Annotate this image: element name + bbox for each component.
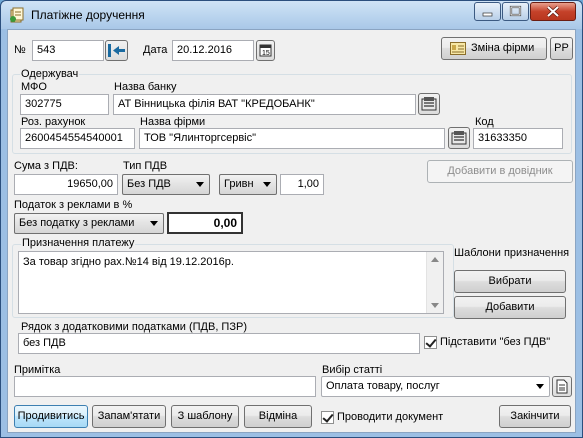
ad-tax-select[interactable]: Без податку з реклами [14, 213, 164, 234]
maximize-icon [509, 5, 522, 17]
chevron-down-icon [536, 384, 544, 389]
form-body: № 543 Дата 20.12.2016 15 Зміна фірми PP … [7, 29, 576, 433]
number-picker-button[interactable] [105, 40, 128, 61]
change-firm-label: Зміна фірми [471, 42, 535, 54]
ad-tax-label: Податок з реклами в % [14, 199, 133, 211]
svg-text:15: 15 [262, 50, 270, 57]
firm-name-label: Назва фірми [140, 116, 206, 128]
extra-tax-label: Рядок з додатковими податками (ПДВ, ПЗР) [21, 321, 247, 333]
ad-tax-value: Без податку з реклами [19, 217, 135, 229]
choose-template-button[interactable]: Вибрати [454, 270, 566, 293]
add-to-directory-button[interactable]: Добавити в довідник [427, 160, 573, 183]
number-field[interactable]: 543 [32, 40, 104, 61]
chevron-down-icon [263, 182, 271, 187]
templates-label: Шаблони призначення [454, 247, 570, 259]
from-template-button[interactable]: З шаблону [171, 405, 239, 428]
id-card-icon [450, 42, 466, 55]
document-icon [556, 379, 568, 394]
date-field[interactable]: 20.12.2016 [172, 40, 254, 61]
cancel-button[interactable]: Відміна [244, 405, 312, 428]
maximize-button[interactable] [502, 2, 529, 21]
calendar-button[interactable]: 15 [256, 40, 275, 61]
purpose-text: За товар згідно рах.№14 від 19.12.2016р. [23, 256, 234, 268]
bank-name-field[interactable]: АТ Вінницька філія ВАТ "КРЕДОБАНК" [113, 94, 416, 115]
directory-icon [451, 131, 467, 145]
title-bar[interactable]: Платіжне доручення [1, 1, 582, 29]
pp-button[interactable]: PP [550, 37, 573, 60]
minimize-button[interactable] [474, 2, 501, 21]
account-label: Роз. рахунок [21, 116, 86, 128]
code-field[interactable]: 31633350 [473, 128, 563, 149]
vat-type-select[interactable]: Без ПДВ [122, 174, 210, 195]
recipient-group-label: Одержувач [20, 68, 80, 80]
substitute-no-vat-label: Підставити "без ПДВ" [440, 336, 551, 348]
note-label: Примітка [14, 364, 61, 376]
vat-type-value: Без ПДВ [127, 178, 171, 190]
chevron-down-icon [196, 182, 204, 187]
post-document-checkbox[interactable] [321, 411, 334, 424]
account-field[interactable]: 2600454554540001 [20, 128, 135, 149]
preview-button[interactable]: Продивитись [14, 405, 88, 428]
purpose-scrollbar[interactable] [426, 252, 443, 313]
window-title: Платіжне доручення [31, 8, 145, 22]
scroll-down-icon [431, 303, 439, 308]
substitute-no-vat-checkbox[interactable] [424, 336, 437, 349]
firm-name-field[interactable]: ТОВ "Ялинторгсервіс" [139, 128, 445, 149]
document-icon [10, 7, 24, 23]
firm-directory-button[interactable] [448, 127, 470, 149]
ad-tax-amount-field[interactable]: 0,00 [167, 212, 243, 234]
date-label: Дата [143, 44, 168, 56]
close-icon [546, 5, 560, 18]
mfo-label: МФО [21, 81, 47, 93]
purpose-textarea[interactable]: За товар згідно рах.№14 від 19.12.2016р. [18, 251, 444, 314]
article-value: Оплата товару, послуг [326, 380, 440, 392]
payment-order-window: Платіжне доручення № 543 Дата 20.12.2016… [0, 0, 583, 438]
article-details-button[interactable] [552, 376, 572, 397]
remember-button[interactable]: Запам'ятати [92, 405, 166, 428]
add-template-button[interactable]: Добавити [454, 296, 566, 319]
currency-select[interactable]: Гривн [219, 174, 277, 195]
currency-value: Гривн [224, 178, 254, 190]
bank-name-label: Назва банку [114, 81, 177, 93]
close-button[interactable] [530, 2, 576, 21]
chevron-down-icon [150, 221, 158, 226]
arrow-left-icon [108, 44, 125, 57]
scroll-up-icon [431, 257, 439, 262]
article-select[interactable]: Оплата товару, послуг [321, 376, 550, 397]
extra-tax-field[interactable]: без ПДВ [18, 333, 420, 354]
minimize-icon [482, 12, 493, 17]
vat-type-label: Тип ПДВ [123, 160, 168, 172]
finish-button[interactable]: Закінчити [499, 405, 571, 428]
exchange-rate-field[interactable]: 1,00 [280, 174, 324, 195]
directory-icon [421, 97, 437, 111]
article-label: Вибір статті [322, 364, 383, 376]
code-label: Код [475, 116, 494, 128]
mfo-field[interactable]: 302775 [20, 94, 109, 115]
purpose-label: Призначення платежу [21, 237, 136, 249]
bank-directory-button[interactable] [418, 93, 440, 115]
sum-field[interactable]: 19650,00 [14, 174, 118, 195]
post-document-label: Проводити документ [337, 411, 444, 423]
number-label: № [14, 44, 26, 56]
calendar-icon: 15 [259, 44, 272, 57]
sum-label: Сума з ПДВ: [14, 160, 78, 172]
note-field[interactable] [14, 376, 316, 397]
change-firm-button[interactable]: Зміна фірми [441, 37, 547, 60]
